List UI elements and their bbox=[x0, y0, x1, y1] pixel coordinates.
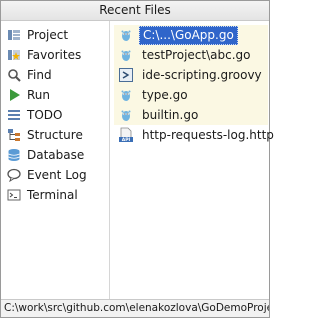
event-log-icon bbox=[7, 168, 21, 182]
find-icon bbox=[7, 68, 21, 82]
terminal-icon bbox=[7, 188, 21, 202]
todo-icon bbox=[7, 108, 21, 122]
sidebar-item-label: Structure bbox=[27, 128, 83, 142]
sidebar-item-label: TODO bbox=[27, 108, 63, 122]
run-icon bbox=[7, 88, 21, 102]
popup-title: Recent Files bbox=[1, 1, 269, 21]
sidebar-item-run[interactable]: Run bbox=[7, 85, 107, 105]
groovy-file-icon bbox=[118, 67, 134, 83]
sidebar-item-database[interactable]: Database bbox=[7, 145, 107, 165]
api-file-icon: API bbox=[118, 127, 134, 143]
sidebar-item-label: Terminal bbox=[27, 188, 78, 202]
sidebar-item-label: Project bbox=[27, 28, 69, 42]
sidebar-item-label: Database bbox=[27, 148, 85, 162]
recent-files-popup: Recent Files Project Favorites Find Run bbox=[0, 0, 274, 318]
go-file-icon bbox=[118, 27, 134, 43]
file-name: C:\...\GoApp.go bbox=[139, 25, 238, 45]
current-path-status: C:\work\src\github.com\elenakozlova\GoDe… bbox=[1, 299, 269, 317]
structure-icon bbox=[7, 128, 21, 142]
file-name: ide-scripting.groovy bbox=[142, 67, 262, 82]
sidebar-item-terminal[interactable]: Terminal bbox=[7, 185, 107, 205]
sidebar-item-label: Find bbox=[27, 68, 52, 82]
file-item-builtin[interactable]: builtin.go bbox=[114, 105, 268, 125]
file-name: http-requests-log.http bbox=[142, 127, 274, 142]
sidebar-item-todo[interactable]: TODO bbox=[7, 105, 107, 125]
database-icon bbox=[7, 148, 21, 162]
sidebar-item-structure[interactable]: Structure bbox=[7, 125, 107, 145]
go-file-icon bbox=[118, 47, 134, 63]
sidebar-item-favorites[interactable]: Favorites bbox=[7, 45, 107, 65]
go-file-icon bbox=[118, 87, 134, 103]
sidebar-item-label: Favorites bbox=[27, 48, 82, 62]
svg-text:API: API bbox=[122, 137, 131, 143]
tool-window-list: Project Favorites Find Run TODO Structur… bbox=[1, 21, 109, 300]
sidebar-item-project[interactable]: Project bbox=[7, 25, 107, 45]
project-icon bbox=[7, 28, 21, 42]
recent-files-list: C:\...\GoApp.go testProject\abc.go ide-s… bbox=[110, 21, 274, 300]
file-item-ide-scripting[interactable]: ide-scripting.groovy bbox=[114, 65, 268, 85]
file-item-goapp[interactable]: C:\...\GoApp.go bbox=[114, 25, 268, 45]
file-item-abc[interactable]: testProject\abc.go bbox=[114, 45, 268, 65]
file-name: type.go bbox=[142, 87, 188, 102]
sidebar-item-label: Run bbox=[27, 88, 51, 102]
file-name: testProject\abc.go bbox=[142, 47, 251, 62]
file-name: builtin.go bbox=[142, 107, 199, 122]
sidebar-item-event-log[interactable]: Event Log bbox=[7, 165, 107, 185]
sidebar-item-find[interactable]: Find bbox=[7, 65, 107, 85]
file-item-http-requests-log[interactable]: API http-requests-log.http bbox=[114, 125, 274, 145]
file-item-type[interactable]: type.go bbox=[114, 85, 268, 105]
sidebar-item-label: Event Log bbox=[27, 168, 87, 182]
go-file-icon bbox=[118, 107, 134, 123]
favorites-icon bbox=[7, 48, 21, 62]
